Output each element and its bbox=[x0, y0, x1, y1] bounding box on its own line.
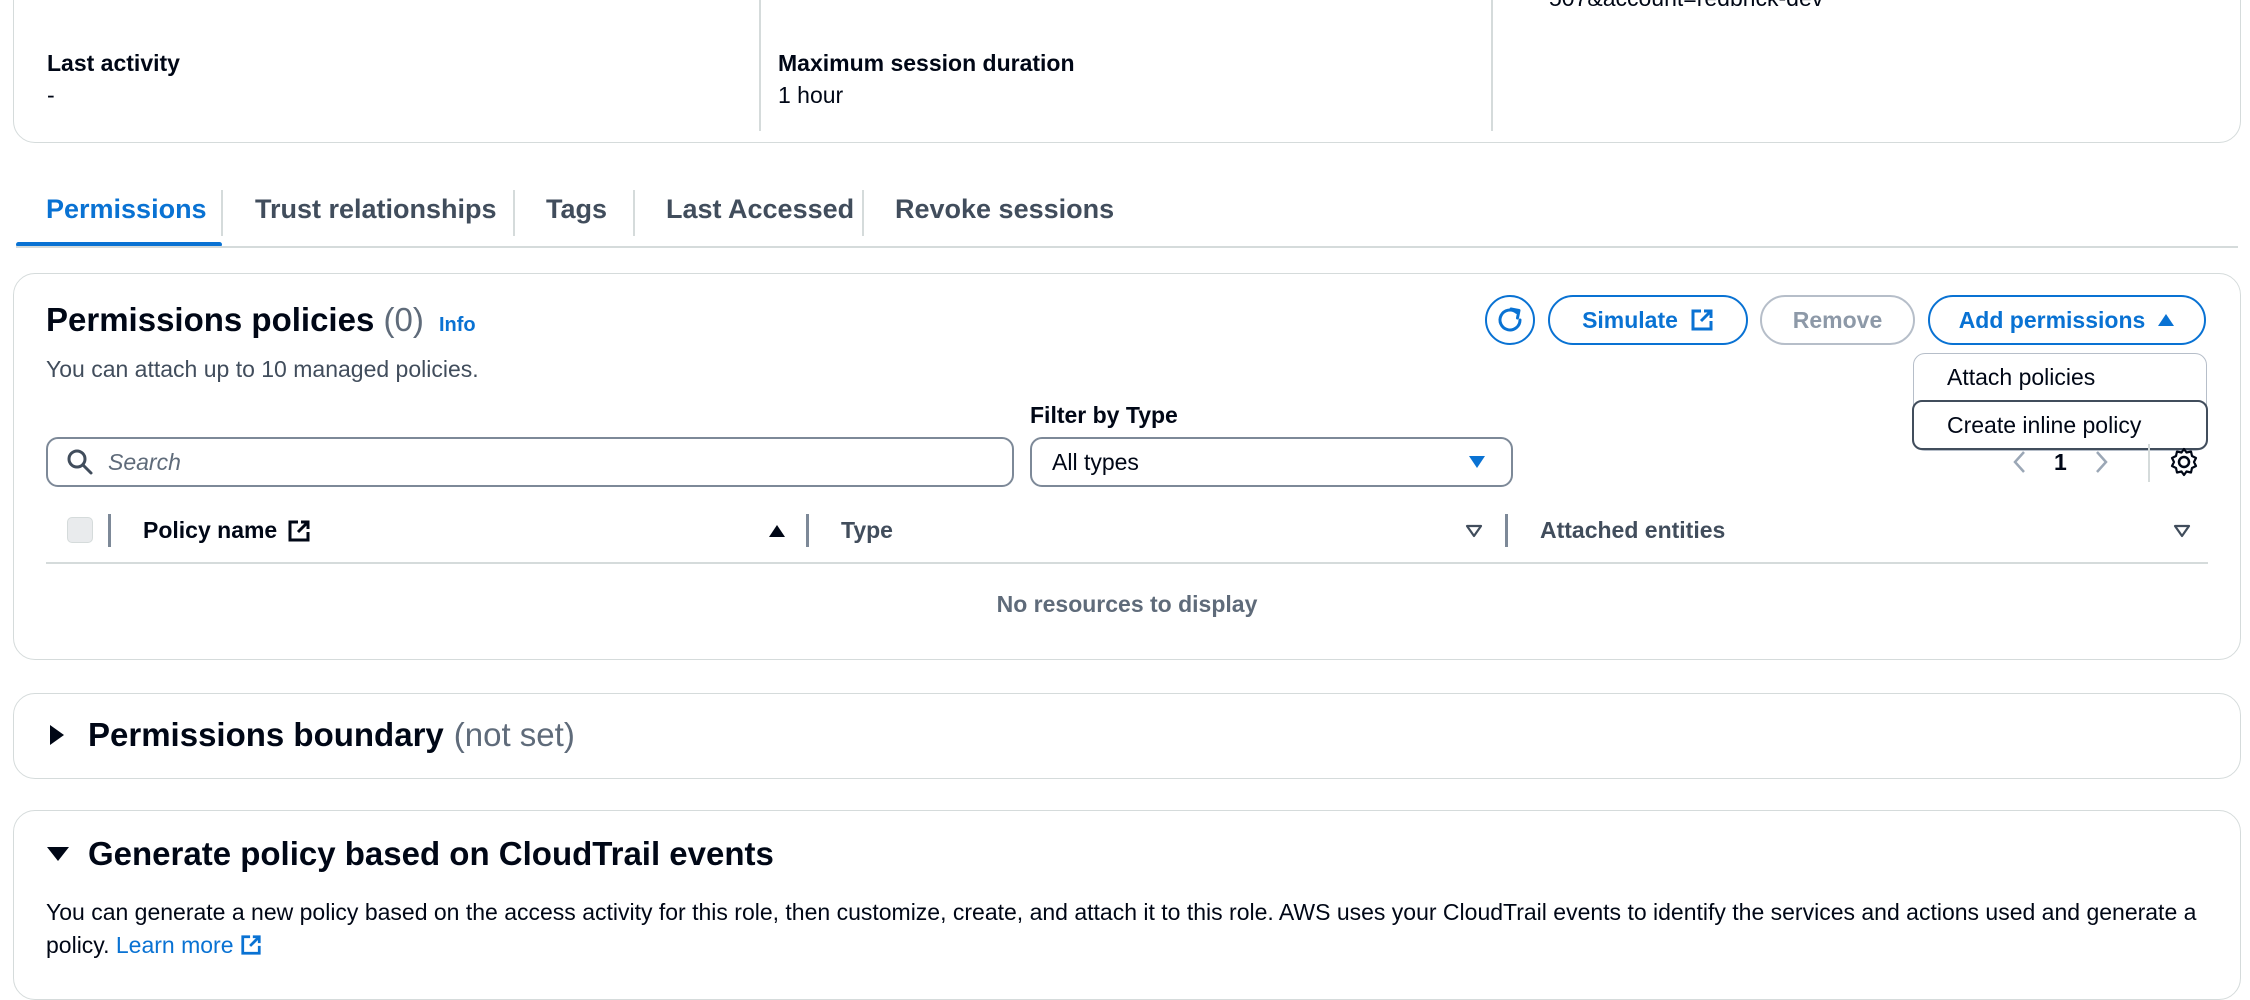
column-divider bbox=[1505, 514, 1508, 547]
add-permissions-menu: Attach policies Create inline policy bbox=[1912, 353, 2208, 451]
chevron-right-icon[interactable] bbox=[2091, 449, 2111, 475]
page-number[interactable]: 1 bbox=[2054, 449, 2067, 476]
tab-divider bbox=[221, 190, 223, 236]
permissions-boundary-toggle[interactable]: Permissions boundary (not set) bbox=[48, 716, 575, 754]
menu-item-create-inline-policy[interactable]: Create inline policy bbox=[1912, 400, 2208, 450]
tab-permissions[interactable]: Permissions bbox=[46, 194, 207, 225]
column-header-type[interactable]: Type bbox=[841, 517, 893, 544]
simulate-label: Simulate bbox=[1582, 306, 1678, 333]
generate-policy-description: You can generate a new policy based on t… bbox=[46, 896, 2236, 962]
generate-policy-title: Generate policy based on CloudTrail even… bbox=[88, 835, 774, 872]
refresh-button[interactable] bbox=[1485, 295, 1535, 345]
simulate-button[interactable]: Simulate bbox=[1548, 295, 1748, 345]
select-all-checkbox[interactable] bbox=[67, 517, 93, 543]
column-header-attached-entities[interactable]: Attached entities bbox=[1540, 517, 1725, 544]
sort-ascending-icon[interactable] bbox=[768, 524, 786, 538]
max-session-value: 1 hour bbox=[778, 82, 844, 108]
filter-type-select[interactable]: All types bbox=[1030, 437, 1513, 487]
tab-divider bbox=[633, 190, 635, 236]
search-input[interactable]: Search bbox=[46, 437, 1014, 487]
generate-policy-toggle[interactable]: Generate policy based on CloudTrail even… bbox=[46, 835, 774, 873]
filter-type-value: All types bbox=[1052, 448, 1139, 475]
tab-tags[interactable]: Tags bbox=[546, 194, 607, 225]
tab-divider bbox=[862, 190, 864, 236]
policies-heading: Permissions policies (0) Info bbox=[46, 301, 476, 339]
policies-count: (0) bbox=[383, 301, 424, 338]
summary-divider bbox=[1491, 0, 1493, 131]
sort-icon[interactable] bbox=[1465, 524, 1483, 538]
remove-label: Remove bbox=[1792, 306, 1883, 333]
pagination-divider bbox=[2148, 444, 2150, 482]
tab-last-accessed[interactable]: Last Accessed bbox=[666, 194, 854, 225]
tab-bar-bottom-border bbox=[16, 246, 2238, 248]
generate-description-text: You can generate a new policy based on t… bbox=[46, 899, 2197, 958]
last-activity-value: - bbox=[47, 82, 55, 108]
search-icon bbox=[67, 449, 93, 475]
add-permissions-label: Add permissions bbox=[1958, 306, 2146, 333]
pagination: 1 bbox=[2010, 446, 2111, 478]
refresh-icon bbox=[1498, 307, 1522, 332]
policies-title: Permissions policies bbox=[46, 301, 375, 338]
caret-down-icon bbox=[1469, 456, 1485, 468]
empty-state-message: No resources to display bbox=[996, 591, 1258, 617]
sort-icon[interactable] bbox=[2173, 524, 2191, 538]
policy-name-header-label: Policy name bbox=[143, 517, 278, 543]
add-permissions-button[interactable]: Add permissions bbox=[1928, 295, 2206, 345]
caret-up-icon bbox=[2158, 314, 2175, 326]
column-divider bbox=[806, 514, 809, 547]
filter-by-type-label: Filter by Type bbox=[1030, 402, 1178, 428]
external-link-icon bbox=[241, 935, 261, 955]
tab-divider bbox=[513, 190, 515, 236]
external-link-icon bbox=[1691, 309, 1713, 331]
permissions-boundary-title: Permissions boundary bbox=[88, 716, 444, 753]
remove-button[interactable]: Remove bbox=[1760, 295, 1915, 345]
caret-right-icon bbox=[50, 725, 64, 745]
summary-divider bbox=[759, 0, 761, 131]
learn-more-link[interactable]: Learn more bbox=[116, 932, 262, 958]
info-link[interactable]: Info bbox=[439, 314, 476, 336]
max-session-label: Maximum session duration bbox=[778, 50, 1075, 76]
learn-more-label: Learn more bbox=[115, 932, 234, 958]
permissions-boundary-status: (not set) bbox=[453, 716, 575, 753]
menu-item-attach-policies[interactable]: Attach policies bbox=[1914, 354, 2206, 400]
caret-down-icon bbox=[47, 847, 69, 861]
tab-trust-relationships[interactable]: Trust relationships bbox=[255, 194, 497, 225]
arn-text-overflow: 507&account=redbrick-dev bbox=[1549, 0, 1823, 12]
settings-gear-icon[interactable] bbox=[2169, 447, 2199, 477]
summary-card: 507&account=redbrick-dev Last activity -… bbox=[13, 0, 2241, 143]
column-header-policy-name[interactable]: Policy name bbox=[143, 517, 311, 544]
external-link-icon bbox=[288, 520, 310, 541]
tab-revoke-sessions[interactable]: Revoke sessions bbox=[895, 194, 1114, 225]
policies-description: You can attach up to 10 managed policies… bbox=[46, 356, 479, 382]
search-placeholder: Search bbox=[108, 448, 181, 475]
chevron-left-icon[interactable] bbox=[2010, 449, 2030, 475]
last-activity-label: Last activity bbox=[47, 50, 180, 76]
table-header-border bbox=[46, 562, 2208, 564]
column-divider bbox=[108, 514, 111, 547]
